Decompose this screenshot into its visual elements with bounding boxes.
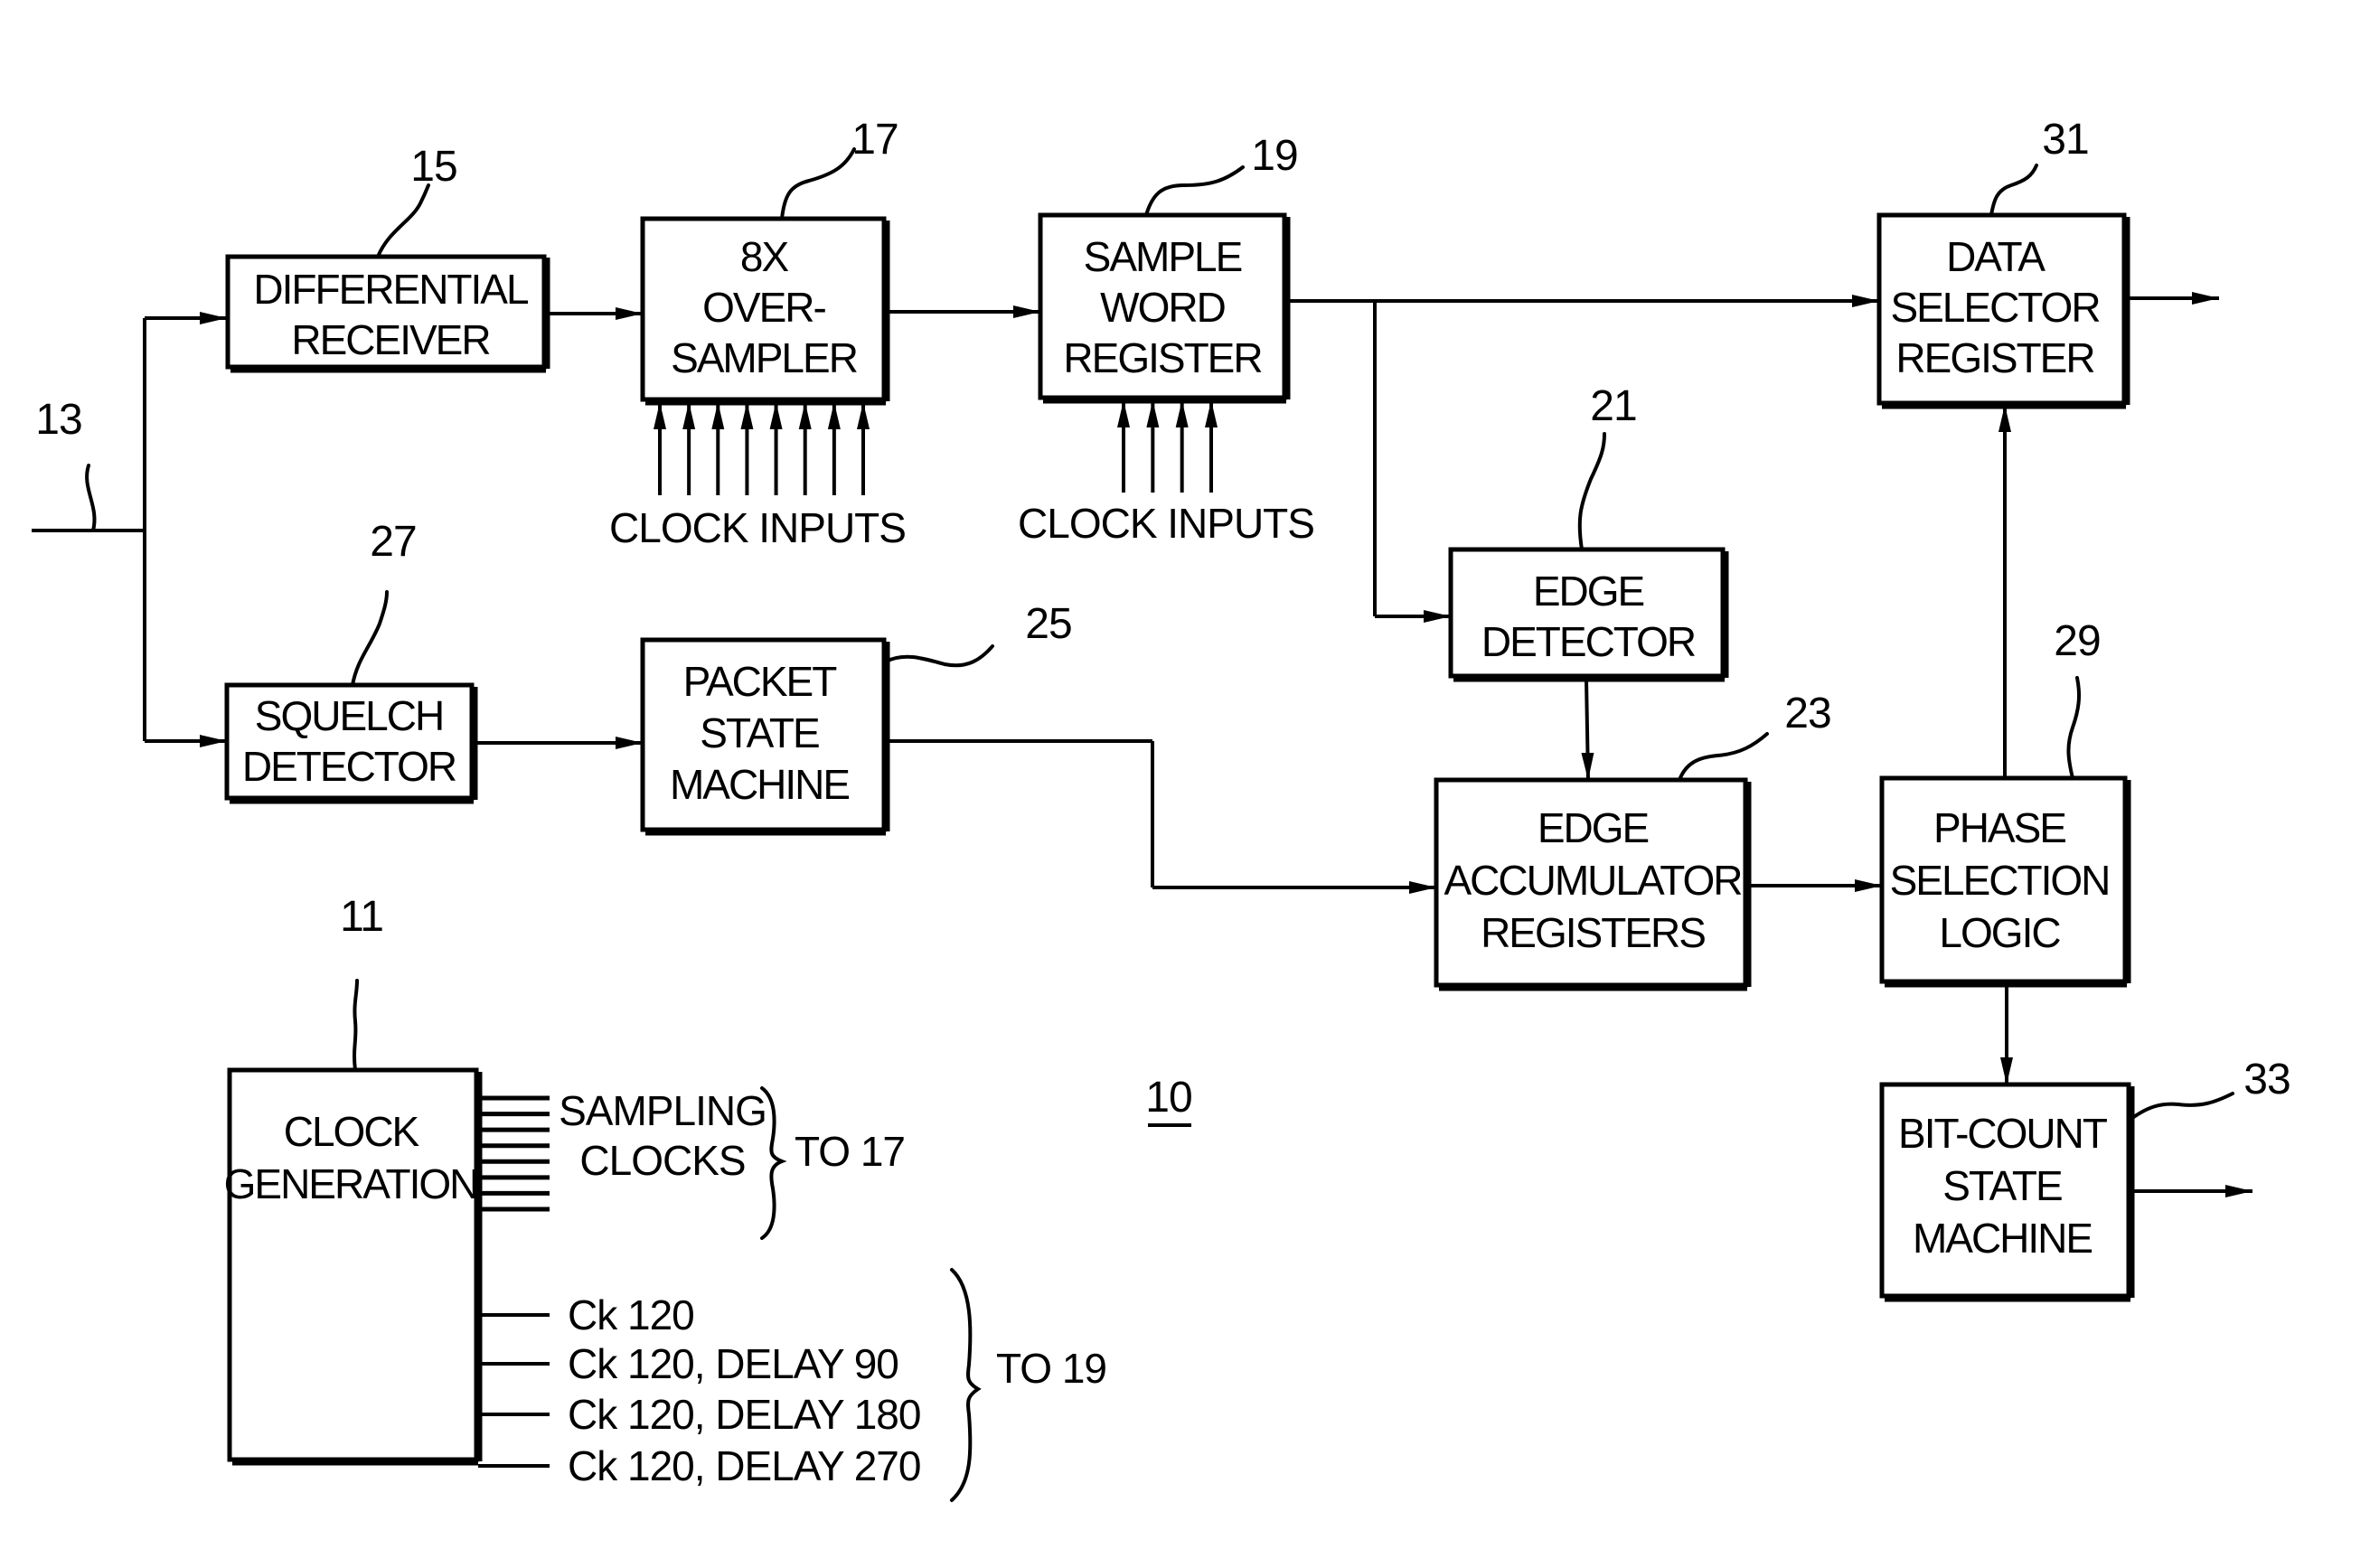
over-sampler-clock-inputs-label: CLOCK INPUTS bbox=[609, 504, 906, 551]
clock-output-label: Ck 120, DELAY 90 bbox=[568, 1340, 898, 1387]
block-label-line: 8X bbox=[740, 233, 789, 280]
leader-19 bbox=[1144, 165, 1245, 217]
leader-29 bbox=[2066, 676, 2082, 780]
ref-27: 27 bbox=[370, 518, 416, 566]
block-label-line: RECEIVER bbox=[291, 316, 490, 363]
block-label-line: DIFFERENTIAL bbox=[253, 266, 529, 313]
figure-number: 10 bbox=[1145, 1074, 1193, 1127]
block-label-line: PACKET bbox=[683, 658, 838, 705]
input-line: 13 bbox=[32, 312, 227, 747]
sample-word-register-clock-inputs-label: CLOCK INPUTS bbox=[1018, 500, 1314, 547]
leader-33 bbox=[2127, 1092, 2234, 1122]
block-label-line: STATE bbox=[700, 709, 819, 756]
leader-13 bbox=[85, 464, 97, 532]
block-label-line: SELECTION bbox=[1890, 857, 2110, 904]
sampling-clocks-label-line: CLOCKS bbox=[579, 1137, 745, 1184]
leader-27 bbox=[351, 590, 389, 687]
ref-31: 31 bbox=[2042, 116, 2088, 164]
block-label-line: MACHINE bbox=[670, 761, 849, 808]
block-label-line: REGISTER bbox=[1063, 334, 1262, 381]
ref-17: 17 bbox=[851, 116, 898, 164]
clock-output-lines: Ck 120Ck 120, DELAY 90Ck 120, DELAY 180C… bbox=[478, 1291, 921, 1489]
ref-15: 15 bbox=[410, 143, 456, 191]
leader-25 bbox=[884, 644, 994, 668]
block-label-line: DETECTOR bbox=[1481, 618, 1696, 665]
block-label-line: SELECTOR bbox=[1890, 284, 2100, 331]
block-edge-accumulator-registers[interactable]: EDGE ACCUMULATOR REGISTERS 23 bbox=[1434, 690, 1832, 991]
sampling-clock-lines bbox=[478, 1095, 550, 1212]
block-label-line: OVER- bbox=[702, 284, 825, 331]
block-label-line: MACHINE bbox=[1913, 1215, 2092, 1262]
block-data-selector-register[interactable]: DATA SELECTOR REGISTER 31 bbox=[1876, 116, 2130, 409]
leader-15 bbox=[376, 183, 430, 258]
clock-output-label: Ck 120 bbox=[568, 1291, 694, 1338]
wire-21-to-23 bbox=[1581, 679, 1594, 781]
ref-19: 19 bbox=[1251, 132, 1297, 180]
block-clock-generation[interactable]: CLOCK GENERATION 11 bbox=[224, 893, 483, 1466]
block-edge-detector[interactable]: EDGE DETECTOR 21 bbox=[1448, 382, 1729, 682]
leader-23 bbox=[1678, 732, 1769, 782]
leader-21 bbox=[1577, 432, 1606, 551]
block-label-line: BIT-COUNT bbox=[1898, 1110, 2108, 1157]
sampling-clocks-label-line: SAMPLING bbox=[559, 1087, 766, 1134]
clock-output-label: Ck 120, DELAY 180 bbox=[568, 1391, 920, 1438]
block-label-line: SAMPLE bbox=[1084, 233, 1242, 280]
block-label-line: STATE bbox=[1942, 1162, 2062, 1209]
ref-29: 29 bbox=[2054, 617, 2100, 665]
block-diagram: 13 DIFFERENTIAL RECEIVER 15 8X OVER- SAM… bbox=[32, 116, 2291, 1502]
over-sampler-clock-inputs bbox=[654, 402, 870, 495]
block-differential-receiver[interactable]: DIFFERENTIAL RECEIVER 15 bbox=[225, 143, 550, 373]
clock-outputs-target: TO 19 bbox=[996, 1345, 1106, 1392]
block-label-line: GENERATION bbox=[224, 1160, 478, 1207]
block-packet-state-machine[interactable]: PACKET STATE MACHINE 25 bbox=[640, 600, 1073, 836]
wire-25-to-23 bbox=[886, 739, 1436, 894]
ref-13: 13 bbox=[35, 396, 81, 444]
ref-33: 33 bbox=[2243, 1056, 2290, 1103]
block-label-line: PHASE bbox=[1933, 804, 2065, 851]
ref-21: 21 bbox=[1590, 382, 1636, 430]
block-sample-word-register[interactable]: SAMPLE WORD REGISTER 19 bbox=[1038, 132, 1299, 404]
block-label-line: SAMPLER bbox=[671, 334, 858, 381]
block-label-line: REGISTER bbox=[1895, 334, 2094, 381]
block-bit-count-state-machine[interactable]: BIT-COUNT STATE MACHINE 33 bbox=[1879, 1056, 2291, 1302]
ref-11: 11 bbox=[340, 893, 383, 941]
leader-31 bbox=[1989, 164, 2038, 217]
block-squelch-detector[interactable]: SQUELCH DETECTOR 27 bbox=[224, 518, 478, 804]
block-label-line: EDGE bbox=[1538, 804, 1649, 851]
block-label-line: REGISTERS bbox=[1481, 909, 1705, 956]
block-over-sampler[interactable]: 8X OVER- SAMPLER 17 bbox=[640, 116, 899, 406]
block-label-line: EDGE bbox=[1533, 568, 1644, 615]
clock-output-label: Ck 120, DELAY 270 bbox=[568, 1442, 920, 1489]
brace-clock-outputs bbox=[950, 1268, 982, 1502]
block-label-line: ACCUMULATOR bbox=[1444, 857, 1743, 904]
block-label-line: DETECTOR bbox=[242, 743, 456, 790]
block-label-line: SQUELCH bbox=[255, 692, 443, 739]
sample-word-register-clock-inputs bbox=[1117, 400, 1218, 493]
ref-25: 25 bbox=[1025, 600, 1071, 648]
leader-17 bbox=[780, 147, 856, 221]
figure-number-text: 10 bbox=[1145, 1074, 1191, 1122]
sampling-clocks-target: TO 17 bbox=[795, 1128, 905, 1175]
leader-11 bbox=[353, 979, 359, 1072]
block-label-line: DATA bbox=[1946, 233, 2046, 280]
block-label-line: CLOCK bbox=[284, 1108, 420, 1155]
block-label-line: LOGIC bbox=[1939, 909, 2060, 956]
block-label-line: WORD bbox=[1100, 284, 1225, 331]
ref-23: 23 bbox=[1784, 690, 1830, 737]
